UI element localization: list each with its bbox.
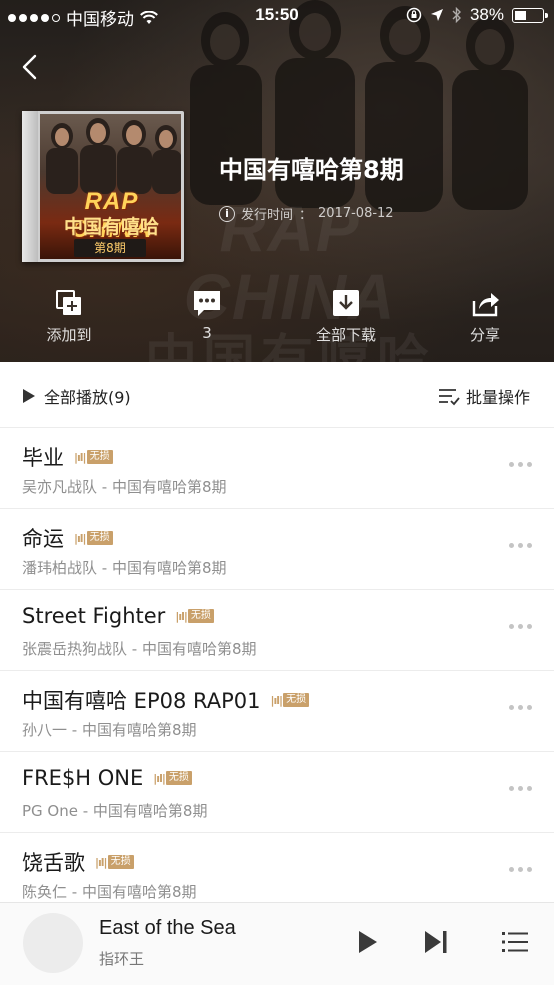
track-title: FRE$H ONE bbox=[22, 766, 144, 790]
batch-operation-label: 批量操作 bbox=[465, 388, 530, 407]
status-bar: 中国移动 15:50 38% bbox=[0, 0, 554, 32]
track-title-row: 中国有嘻哈 EP08 RAP01 |ıl| 无损 bbox=[22, 685, 310, 715]
comment-count: 3 bbox=[202, 324, 212, 342]
lossless-label: 无损 bbox=[86, 531, 113, 545]
track-title: 命运 bbox=[22, 527, 64, 551]
album-cover-art: RAP CHINA 中国有嘻哈 第8期 bbox=[40, 114, 181, 259]
download-icon bbox=[333, 290, 359, 316]
album-title: 中国有嘻哈第8期 bbox=[219, 156, 404, 184]
batch-list-icon bbox=[438, 389, 460, 406]
lossless-wave-icon: |ıl| bbox=[175, 609, 188, 623]
lossless-wave-icon: |ıl| bbox=[74, 531, 87, 545]
next-track-icon[interactable] bbox=[421, 927, 451, 957]
cover-logo-subtext: 中国有嘻哈 bbox=[63, 216, 159, 238]
album-cover: RAP CHINA 中国有嘻哈 第8期 bbox=[22, 111, 184, 262]
track-title-row: 命运 |ıl| 无损 bbox=[22, 523, 113, 553]
add-to-label: 添加到 bbox=[46, 326, 92, 344]
track-subtitle: 孙八一 - 中国有嘻哈第8期 bbox=[22, 721, 197, 739]
play-icon bbox=[23, 389, 35, 403]
track-subtitle: PG One - 中国有嘻哈第8期 bbox=[22, 802, 208, 820]
rotation-lock-icon bbox=[406, 7, 422, 23]
bluetooth-icon bbox=[452, 7, 461, 23]
lossless-wave-icon: |ıl| bbox=[153, 771, 166, 785]
status-right-group: 38% bbox=[406, 5, 548, 25]
share-icon bbox=[472, 293, 499, 317]
release-label: 发行时间 bbox=[241, 208, 294, 223]
share-button[interactable]: 分享 bbox=[430, 288, 540, 345]
track-subtitle: 陈奂仁 - 中国有嘻哈第8期 bbox=[22, 883, 197, 901]
add-to-icon bbox=[56, 290, 81, 315]
lossless-wave-icon: |ıl| bbox=[74, 450, 87, 464]
lossless-label: 无损 bbox=[187, 609, 214, 623]
battery-percent: 38% bbox=[469, 5, 504, 24]
download-all-button[interactable]: 全部下载 bbox=[291, 288, 401, 345]
lossless-label: 无损 bbox=[283, 693, 310, 707]
lossless-label: 无损 bbox=[165, 771, 192, 785]
track-subtitle: 潘玮柏战队 - 中国有嘻哈第8期 bbox=[22, 559, 227, 577]
info-icon: i bbox=[219, 205, 235, 222]
play-all-bar: 全部播放(9) 批量操作 bbox=[0, 362, 554, 428]
now-playing-title: East of the Sea bbox=[99, 917, 236, 939]
track-subtitle: 张震岳热狗战队 - 中国有嘻哈第8期 bbox=[22, 640, 257, 658]
release-info: i 发行时间 ： 2017-08-12 bbox=[219, 204, 394, 223]
now-playing-artist: 指环王 bbox=[99, 950, 145, 968]
track-title: 饶舌歌 bbox=[22, 851, 85, 875]
track-title-row: 饶舌歌 |ıl| 无损 bbox=[22, 847, 134, 877]
track-row[interactable]: Street Fighter |ıl| 无损 张震岳热狗战队 - 中国有嘻哈第8期 bbox=[0, 590, 554, 671]
track-title: Street Fighter bbox=[22, 604, 166, 628]
cd-case-spine bbox=[22, 111, 38, 262]
track-row[interactable]: 毕业 |ıl| 无损 吴亦凡战队 - 中国有嘻哈第8期 bbox=[0, 428, 554, 509]
back-icon[interactable] bbox=[16, 50, 46, 84]
location-icon bbox=[430, 9, 443, 21]
track-row[interactable]: FRE$H ONE |ıl| 无损 PG One - 中国有嘻哈第8期 bbox=[0, 752, 554, 833]
track-row[interactable]: 命运 |ıl| 无损 潘玮柏战队 - 中国有嘻哈第8期 bbox=[0, 509, 554, 590]
lossless-badge: |ıl| 无损 bbox=[153, 771, 192, 786]
battery-icon bbox=[512, 7, 548, 23]
mini-player[interactable]: East of the Sea 指环王 bbox=[0, 902, 554, 985]
lossless-badge: |ıl| 无损 bbox=[74, 450, 113, 465]
release-date: 2017-08-12 bbox=[318, 206, 394, 221]
more-options-icon[interactable] bbox=[509, 462, 532, 467]
share-label: 分享 bbox=[469, 326, 500, 344]
now-playing-artwork[interactable] bbox=[23, 913, 83, 973]
track-subtitle: 吴亦凡战队 - 中国有嘻哈第8期 bbox=[22, 478, 227, 496]
release-colon: ： bbox=[299, 208, 313, 223]
track-title: 毕业 bbox=[22, 446, 64, 470]
comment-icon bbox=[194, 291, 220, 316]
lossless-label: 无损 bbox=[86, 450, 113, 464]
track-title-row: FRE$H ONE |ıl| 无损 bbox=[22, 766, 192, 790]
more-options-icon[interactable] bbox=[509, 543, 532, 548]
lossless-label: 无损 bbox=[107, 855, 134, 869]
cover-people-art bbox=[46, 118, 181, 194]
track-title-row: Street Fighter |ıl| 无损 bbox=[22, 604, 214, 628]
add-to-button[interactable]: 添加到 bbox=[14, 288, 124, 345]
more-options-icon[interactable] bbox=[509, 786, 532, 791]
play-all-label: 全部播放(9) bbox=[44, 388, 131, 407]
track-title: 中国有嘻哈 EP08 RAP01 bbox=[22, 689, 261, 713]
lossless-badge: |ıl| 无损 bbox=[175, 609, 214, 624]
more-options-icon[interactable] bbox=[509, 624, 532, 629]
batch-operation-button[interactable]: 批量操作 bbox=[438, 384, 530, 408]
download-all-label: 全部下载 bbox=[315, 326, 376, 344]
lossless-badge: |ıl| 无损 bbox=[74, 531, 113, 546]
lossless-badge: |ıl| 无损 bbox=[95, 855, 134, 870]
lossless-wave-icon: |ıl| bbox=[95, 855, 108, 869]
track-row[interactable]: 中国有嘻哈 EP08 RAP01 |ıl| 无损 孙八一 - 中国有嘻哈第8期 bbox=[0, 671, 554, 752]
play-all-button[interactable]: 全部播放(9) bbox=[22, 384, 131, 408]
track-title-row: 毕业 |ıl| 无损 bbox=[22, 442, 113, 472]
lossless-wave-icon: |ıl| bbox=[270, 693, 284, 707]
more-options-icon[interactable] bbox=[509, 867, 532, 872]
cover-episode-label: 第8期 bbox=[74, 239, 146, 257]
lossless-badge: |ıl| 无损 bbox=[271, 693, 310, 708]
more-options-icon[interactable] bbox=[509, 705, 532, 710]
play-button-icon[interactable] bbox=[352, 927, 382, 957]
comment-button[interactable]: 3 bbox=[152, 288, 262, 342]
album-header: RAP CHINA 中国有嘻哈 中国移动 15:50 38% RAP CHINA… bbox=[0, 0, 554, 362]
playlist-icon[interactable] bbox=[500, 927, 530, 957]
